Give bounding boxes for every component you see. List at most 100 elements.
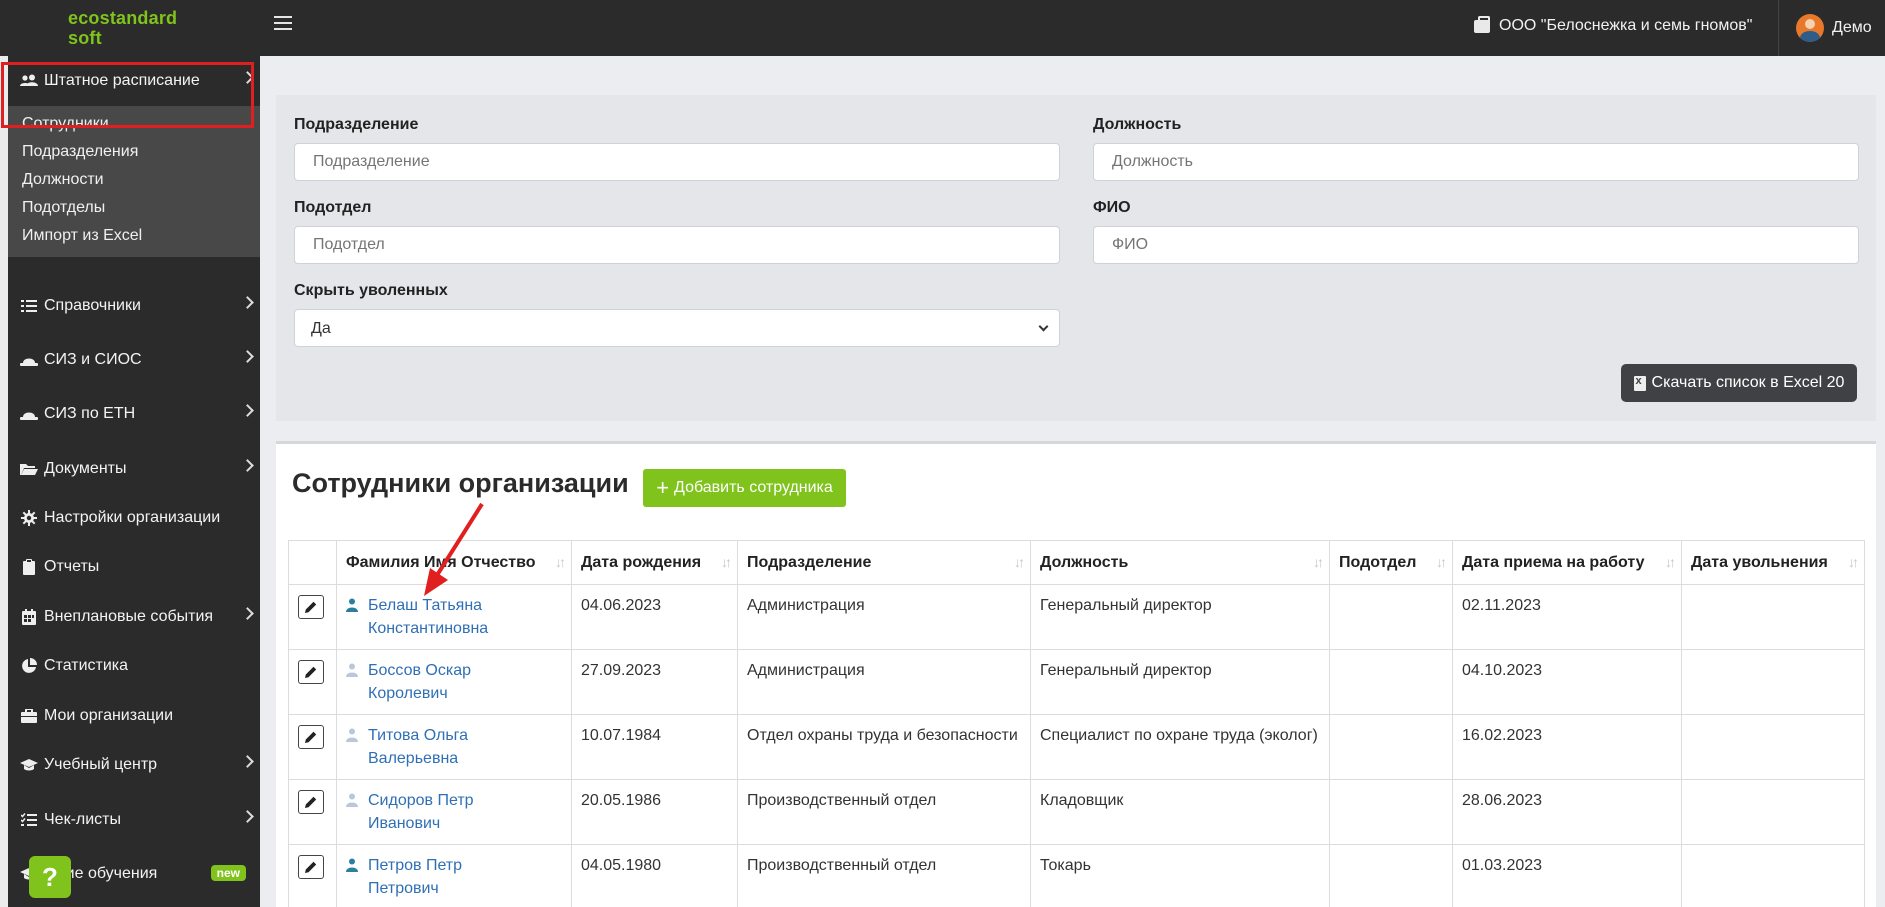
pencil-icon xyxy=(305,861,317,873)
column-header-department[interactable]: Подразделение ↓↑ xyxy=(737,540,1031,585)
position-cell: Кладовщик xyxy=(1030,779,1330,845)
employee-name-link[interactable]: Титова Ольга Валерьевна xyxy=(368,724,468,770)
fired-cell xyxy=(1681,779,1865,845)
employee-name-line2: Королевич xyxy=(368,685,448,702)
fired-cell xyxy=(1681,844,1865,907)
column-header-label: Подразделение xyxy=(747,553,872,571)
fio-label: ФИО xyxy=(1093,199,1131,216)
sort-icon[interactable]: ↓↑ xyxy=(1014,554,1025,570)
sidebar-item-label: СИЗ по ЕТН xyxy=(44,405,136,422)
download-excel-button[interactable]: Скачать список в Excel 20 xyxy=(1621,364,1857,402)
person-icon xyxy=(346,598,358,612)
edit-button[interactable] xyxy=(298,660,324,684)
new-badge: new xyxy=(210,865,246,881)
fio-filter-input[interactable] xyxy=(1093,226,1859,264)
employee-name-link[interactable]: Сидоров Петр Иванович xyxy=(368,789,474,835)
department-cell: Производственный отдел xyxy=(737,779,1031,845)
edit-button[interactable] xyxy=(298,790,324,814)
menu-toggle-icon[interactable] xyxy=(274,16,292,34)
graduation-cap-icon xyxy=(20,757,38,773)
add-employee-label: Добавить сотрудника xyxy=(674,479,833,496)
table-row: Петров Петр Петрович 04.05.1980 Производс… xyxy=(288,844,1865,907)
sidebar-item-reports[interactable]: Отчеты xyxy=(8,547,260,587)
user-menu[interactable]: Демо xyxy=(1796,14,1872,42)
employees-table: Фамилия Имя Отчество ↓↑ Дата рождения ↓↑ П… xyxy=(288,540,1865,907)
edit-button[interactable] xyxy=(298,855,324,879)
position-cell: Генеральный директор xyxy=(1030,649,1330,715)
sort-icon[interactable]: ↓↑ xyxy=(1848,554,1859,570)
sidebar-item-references[interactable]: Справочники xyxy=(8,286,260,326)
column-header-label: Дата увольнения xyxy=(1691,553,1828,571)
subdept-filter-input[interactable] xyxy=(294,226,1060,264)
hired-cell: 01.03.2023 xyxy=(1452,844,1682,907)
plus-icon: + xyxy=(656,475,670,500)
chevron-right-icon xyxy=(241,810,254,823)
position-filter-input[interactable] xyxy=(1093,143,1859,181)
add-employee-button[interactable]: + Добавить сотрудника xyxy=(643,469,846,507)
sidebar-item-checklists[interactable]: Чек-листы xyxy=(8,800,260,840)
sort-icon[interactable]: ↓↑ xyxy=(1436,554,1447,570)
sort-icon[interactable]: ↓↑ xyxy=(721,554,732,570)
folder-open-icon xyxy=(20,461,38,477)
sidebar-item-ppe-etn[interactable]: СИЗ по ЕТН xyxy=(8,394,260,434)
subdept-cell xyxy=(1329,714,1453,780)
highlight-box xyxy=(1,62,254,128)
column-header-subdept[interactable]: Подотдел ↓↑ xyxy=(1329,540,1453,585)
actions-cell xyxy=(288,779,337,845)
sidebar-item-label: Статистика xyxy=(44,657,129,674)
employee-name-link[interactable]: Петров Петр Петрович xyxy=(368,854,462,900)
column-header-fired[interactable]: Дата увольнения ↓↑ xyxy=(1681,540,1865,585)
sidebar-item-training-center[interactable]: Учебный центр xyxy=(8,745,260,785)
position-label: Должность xyxy=(1093,116,1182,133)
sidebar-item-ppe[interactable]: СИЗ и СИОС xyxy=(8,340,260,380)
sort-icon[interactable]: ↓↑ xyxy=(555,554,566,570)
sidebar-item-documents[interactable]: Документы xyxy=(8,449,260,489)
submenu-item-departments[interactable]: Подразделения xyxy=(22,143,138,161)
submenu-item-import-excel[interactable]: Импорт из Excel xyxy=(22,227,142,245)
sidebar-item-unplanned-events[interactable]: Внеплановые события xyxy=(8,597,260,637)
sidebar-item-label: Учебный центр xyxy=(44,756,158,773)
actions-cell xyxy=(288,649,337,715)
column-header-position[interactable]: Должность ↓↑ xyxy=(1030,540,1330,585)
fio-cell: Титова Ольга Валерьевна xyxy=(336,714,572,780)
chevron-right-icon xyxy=(241,607,254,620)
birth-cell: 04.06.2023 xyxy=(571,584,738,650)
employee-name-link[interactable]: Белаш Татьяна Константиновна xyxy=(368,594,488,640)
excel-file-icon xyxy=(1633,375,1646,391)
sidebar-item-statistics[interactable]: Статистика xyxy=(8,646,260,686)
hide-fired-select[interactable]: Да xyxy=(294,309,1060,347)
table-row: Титова Ольга Валерьевна 10.07.1984 Отдел … xyxy=(288,714,1865,780)
employee-name-line2: Иванович xyxy=(368,815,441,832)
sort-icon[interactable]: ↓↑ xyxy=(1665,554,1676,570)
submenu-item-subdepartments[interactable]: Подотделы xyxy=(22,199,105,217)
pencil-icon xyxy=(305,666,317,678)
submenu-item-positions[interactable]: Должности xyxy=(22,171,104,189)
hired-cell: 28.06.2023 xyxy=(1452,779,1682,845)
sidebar-item-my-organizations[interactable]: Мои организации xyxy=(8,696,260,736)
fired-cell xyxy=(1681,584,1865,650)
subdept-cell xyxy=(1329,779,1453,845)
department-label: Подразделение xyxy=(294,116,419,133)
help-button[interactable]: ? xyxy=(29,856,71,898)
department-filter-input[interactable] xyxy=(294,143,1060,181)
organization-selector[interactable]: ООО "Белоснежка и семь гномов" xyxy=(1474,15,1752,35)
sort-icon[interactable]: ↓↑ xyxy=(1313,554,1324,570)
employee-name-line1: Петров Петр xyxy=(368,857,463,874)
sidebar-item-org-settings[interactable]: Настройки организации xyxy=(8,498,260,538)
edit-button[interactable] xyxy=(298,595,324,619)
column-header-birth[interactable]: Дата рождения ↓↑ xyxy=(571,540,738,585)
hired-cell: 04.10.2023 xyxy=(1452,649,1682,715)
column-header-hired[interactable]: Дата приема на работу ↓↑ xyxy=(1452,540,1682,585)
avatar xyxy=(1796,14,1824,42)
logo[interactable]: ecostandard soft xyxy=(68,8,218,48)
employee-name-line1: Сидоров Петр xyxy=(368,792,474,809)
employee-name-line1: Боссов Оскар xyxy=(368,662,472,679)
chevron-right-icon xyxy=(241,350,254,363)
sidebar: Штатное расписание Сотрудники Подразделе… xyxy=(0,56,260,907)
department-cell: Отдел охраны труда и безопасности xyxy=(737,714,1031,780)
subdept-cell xyxy=(1329,584,1453,650)
employee-name-link[interactable]: Боссов Оскар Королевич xyxy=(368,659,471,705)
edit-button[interactable] xyxy=(298,725,324,749)
column-header-label: Дата приема на работу xyxy=(1462,553,1645,571)
department-cell: Администрация xyxy=(737,649,1031,715)
